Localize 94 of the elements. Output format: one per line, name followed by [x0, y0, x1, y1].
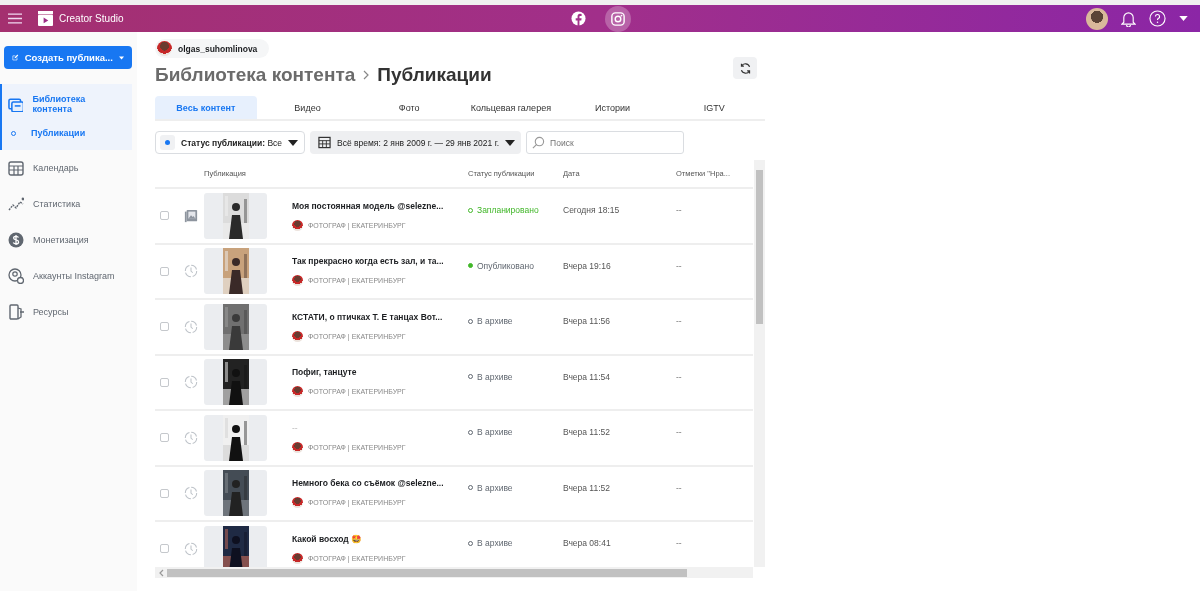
tab[interactable]: Фото [358, 96, 460, 119]
date-filter[interactable]: Всё время: 2 янв 2009 г. — 29 янв 2021 г. [310, 131, 522, 154]
menu-icon[interactable] [8, 13, 22, 24]
folders-icon [8, 96, 24, 112]
tab[interactable]: Истории [561, 96, 664, 119]
table-cell-text: Вчера 08:41 [563, 538, 612, 548]
scrollbar[interactable] [754, 160, 765, 567]
user-gear-icon [8, 268, 24, 284]
table-cell-text: Вчера 11:52 [563, 427, 611, 437]
tab[interactable]: Видео [256, 96, 359, 119]
avatar [292, 497, 303, 509]
sidebar-item[interactable]: Календарь [0, 150, 132, 186]
caret-icon [118, 54, 124, 61]
status-text: В архиве [477, 316, 513, 326]
avatar [157, 41, 172, 56]
post-title[interactable]: Какой восход 🤩 [292, 533, 468, 544]
clapperboard-icon [38, 11, 53, 26]
sidebar-item[interactable]: Статистика [0, 186, 132, 222]
status-text: В архиве [477, 538, 513, 548]
post-title[interactable]: Так прекрасно когда есть зал, и та... [292, 256, 468, 267]
checkbox[interactable] [160, 266, 169, 276]
avatar [292, 552, 303, 564]
tab[interactable]: Весь контент [155, 96, 257, 119]
avatar [292, 386, 303, 398]
calendar-icon [318, 136, 332, 149]
post-title[interactable]: Немного бека со съёмок @selezne... [292, 478, 468, 489]
clock-icon [183, 430, 198, 445]
status-text: Опубликовано [477, 260, 534, 271]
tab[interactable]: IGTV [663, 96, 766, 119]
table-cell: -- [676, 260, 682, 271]
checkbox[interactable] [160, 544, 169, 554]
instagram-icon[interactable] [605, 5, 631, 32]
table-cell-text: Вчера 11:52 [563, 482, 611, 493]
sidebar-subitem[interactable]: Публикации [2, 122, 132, 144]
checkbox[interactable] [160, 488, 169, 498]
help-icon[interactable] [1149, 10, 1166, 27]
status-text: Запланировано [477, 205, 539, 215]
caret-icon [288, 139, 299, 146]
dollar-icon [8, 232, 24, 248]
account-chip[interactable]: olgas_suhomlinova [155, 39, 270, 58]
clock-icon [183, 264, 198, 279]
avatar [292, 441, 303, 453]
status-filter[interactable]: Статус публикации: Все [155, 131, 306, 154]
table-cell: -- [676, 427, 682, 437]
clock-icon [183, 541, 198, 556]
clock-icon [183, 319, 198, 334]
checkbox[interactable] [160, 211, 169, 221]
table-cell-text: Сегодня 18:15 [563, 205, 621, 215]
tab[interactable]: Кольцевая галерея [460, 96, 562, 119]
checkbox[interactable] [160, 377, 169, 387]
table-cell-text: Вчера 19:16 [563, 260, 612, 271]
avatar [292, 275, 303, 287]
page-title: Публикации [377, 64, 492, 86]
checkbox[interactable] [160, 433, 169, 443]
refresh-button[interactable] [733, 57, 757, 79]
door-icon [8, 304, 24, 320]
sidebar-item[interactable]: Библиотека контента [2, 84, 132, 124]
status-text: В архиве [477, 371, 513, 382]
chevron-icon [363, 70, 370, 80]
status-text: В архиве [477, 482, 513, 493]
status-text: В архиве [477, 427, 513, 437]
scrollbar[interactable] [155, 567, 753, 578]
post-title[interactable]: КСТАТИ, о птичках Т. Е танцах Вот... [292, 311, 468, 322]
post-title[interactable]: Пофиг, танцуте [292, 367, 468, 378]
table-cell: -- [676, 205, 682, 215]
post-title[interactable]: Моя постоянная модель @selezne... [292, 200, 468, 211]
refresh-icon [738, 61, 752, 75]
avatar [292, 330, 303, 342]
sidebar-item[interactable]: Ресурсы [0, 294, 132, 330]
account-name: olgas_suhomlinova [178, 43, 258, 54]
app-title: Creator Studio [59, 13, 124, 24]
table-cell: -- [676, 316, 682, 326]
caret-icon[interactable] [1179, 16, 1188, 21]
clock-icon [183, 375, 198, 390]
search-icon [532, 136, 546, 149]
bell-icon[interactable] [1121, 10, 1136, 27]
table-cell: -- [676, 482, 682, 493]
line-chart-icon [8, 196, 24, 212]
table-cell: -- [676, 371, 682, 382]
calendar-icon [8, 160, 24, 176]
checkbox[interactable] [160, 322, 169, 332]
avatar [292, 219, 303, 231]
breadcrumb-link[interactable]: Библиотека контента [155, 64, 356, 86]
clock-icon [183, 486, 198, 501]
photo-icon [183, 208, 198, 223]
sidebar-item[interactable]: Аккаунты Instagram [0, 258, 132, 294]
table-cell: -- [676, 538, 682, 548]
caret-icon [505, 139, 516, 146]
avatar[interactable] [1086, 7, 1108, 30]
table-cell-text: Вчера 11:56 [563, 316, 611, 326]
create-post-button[interactable]: Создать публика... [4, 46, 132, 69]
table-cell-text: Вчера 11:54 [563, 371, 611, 382]
sidebar-item[interactable]: Монетизация [0, 222, 132, 258]
search-field[interactable]: Поиск [526, 131, 685, 154]
